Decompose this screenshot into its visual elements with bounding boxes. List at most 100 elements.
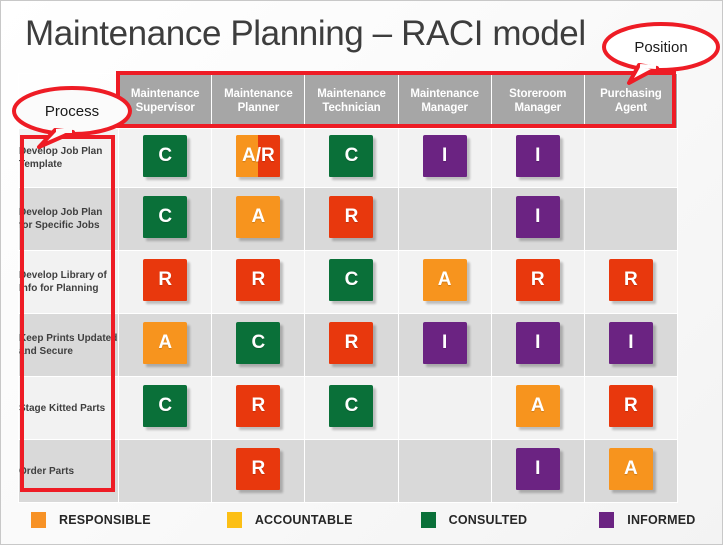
cell-keep-prints-updated-and-secure-maintenance-planner[interactable]: C: [211, 313, 306, 377]
cell-keep-prints-updated-and-secure-storeroom-manager[interactable]: I: [490, 313, 585, 377]
legend-swatch-informed: [599, 512, 615, 528]
cell-develop-job-plan-template-maintenance-planner[interactable]: A/R: [211, 128, 306, 188]
raci-tile-r[interactable]: R: [608, 258, 653, 301]
cell-develop-job-plan-template-maintenance-supervisor[interactable]: C: [118, 128, 213, 188]
cell-stage-kitted-parts-maintenance-supervisor[interactable]: C: [118, 376, 213, 440]
legend-swatch-accountable: [226, 512, 242, 528]
cell-order-parts-maintenance-technician[interactable]: [304, 439, 399, 503]
raci-tile-a[interactable]: A: [236, 195, 281, 238]
column-header-maintenance-technician: Maintenance Technician: [304, 73, 399, 129]
raci-tile-i[interactable]: I: [515, 195, 560, 238]
table-row: Order Parts R I A: [17, 439, 679, 503]
cell-keep-prints-updated-and-secure-maintenance-manager[interactable]: I: [397, 313, 492, 377]
raci-tile-r[interactable]: R: [236, 258, 281, 301]
cell-develop-library-of-info-for-planning-maintenance-manager[interactable]: A: [397, 250, 492, 314]
raci-tile-label: C: [344, 144, 359, 166]
raci-tile-i[interactable]: I: [422, 134, 467, 177]
raci-tile-label: I: [535, 205, 541, 227]
raci-tile-label: I: [535, 144, 541, 166]
raci-tile-a-r[interactable]: A/R: [236, 134, 281, 177]
cell-stage-kitted-parts-purchasing-agent[interactable]: R: [583, 376, 679, 440]
cell-develop-job-plan-for-specific-jobs-maintenance-technician[interactable]: R: [304, 187, 399, 251]
cell-develop-job-plan-for-specific-jobs-maintenance-manager[interactable]: [397, 187, 492, 251]
cell-develop-library-of-info-for-planning-maintenance-planner[interactable]: R: [211, 250, 306, 314]
column-header-line1: Maintenance: [130, 88, 200, 100]
cell-develop-job-plan-for-specific-jobs-purchasing-agent[interactable]: [583, 187, 679, 251]
column-header-maintenance-planner: Maintenance Planner: [211, 73, 306, 129]
cell-develop-job-plan-template-storeroom-manager[interactable]: I: [490, 128, 585, 188]
raci-tile-c[interactable]: C: [143, 134, 188, 177]
matrix-body: Develop Job Plan Template C A/R C I I Develop …: [17, 128, 679, 503]
column-header-purchasing-agent: Purchasing Agent: [583, 73, 679, 129]
raci-tile-label: A: [437, 268, 452, 290]
matrix-corner: [17, 73, 120, 129]
raci-tile-i[interactable]: I: [422, 321, 467, 364]
raci-tile-i[interactable]: I: [515, 447, 560, 490]
raci-tile-r[interactable]: R: [329, 195, 374, 238]
raci-tile-c[interactable]: C: [329, 384, 374, 427]
column-header-line1: Storeroom: [509, 88, 567, 100]
cell-stage-kitted-parts-maintenance-planner[interactable]: R: [211, 376, 306, 440]
cell-order-parts-maintenance-manager[interactable]: [397, 439, 492, 503]
cell-develop-job-plan-for-specific-jobs-maintenance-supervisor[interactable]: C: [118, 187, 213, 251]
cell-stage-kitted-parts-storeroom-manager[interactable]: A: [490, 376, 585, 440]
page-title: Maintenance Planning – RACI model: [25, 14, 586, 53]
raci-slide: Maintenance Planning – RACI model Mainte…: [0, 0, 723, 545]
raci-tile-r[interactable]: R: [608, 384, 653, 427]
cell-keep-prints-updated-and-secure-maintenance-technician[interactable]: R: [304, 313, 399, 377]
cell-develop-job-plan-template-maintenance-manager[interactable]: I: [397, 128, 492, 188]
raci-tile-r[interactable]: R: [236, 384, 281, 427]
raci-tile-label: R: [158, 268, 173, 290]
raci-tile-label: C: [251, 331, 266, 353]
cell-order-parts-maintenance-supervisor[interactable]: [118, 439, 213, 503]
raci-tile-r[interactable]: R: [143, 258, 188, 301]
raci-tile-label: C: [344, 394, 359, 416]
raci-tile-label: R: [251, 268, 266, 290]
raci-tile-a[interactable]: A: [422, 258, 467, 301]
cell-develop-library-of-info-for-planning-storeroom-manager[interactable]: R: [490, 250, 585, 314]
raci-tile-label: C: [158, 144, 173, 166]
raci-tile-label: R: [344, 205, 359, 227]
cell-develop-library-of-info-for-planning-maintenance-technician[interactable]: C: [304, 250, 399, 314]
raci-tile-i[interactable]: I: [515, 134, 560, 177]
cell-stage-kitted-parts-maintenance-technician[interactable]: C: [304, 376, 399, 440]
table-row: Keep Prints Updated and Secure A C R I I I: [17, 313, 679, 377]
raci-tile-a[interactable]: A: [608, 447, 653, 490]
raci-tile-c[interactable]: C: [329, 258, 374, 301]
header-row: Maintenance Supervisor Maintenance Plann…: [17, 73, 679, 129]
cell-develop-library-of-info-for-planning-purchasing-agent[interactable]: R: [583, 250, 679, 314]
cell-order-parts-storeroom-manager[interactable]: I: [490, 439, 585, 503]
column-header-line2: Manager: [514, 102, 562, 114]
legend-swatch-responsible: [31, 512, 46, 528]
cell-order-parts-maintenance-planner[interactable]: R: [211, 439, 306, 503]
raci-tile-label: I: [535, 457, 541, 479]
raci-tile-label: R: [344, 331, 359, 353]
raci-tile-label: R: [624, 268, 638, 290]
raci-tile-a[interactable]: A: [143, 321, 188, 364]
cell-develop-library-of-info-for-planning-maintenance-supervisor[interactable]: R: [118, 250, 213, 314]
cell-develop-job-plan-for-specific-jobs-maintenance-planner[interactable]: A: [211, 187, 306, 251]
raci-tile-c[interactable]: C: [236, 321, 281, 364]
cell-order-parts-purchasing-agent[interactable]: A: [583, 439, 679, 503]
raci-tile-c[interactable]: C: [143, 384, 188, 427]
cell-develop-job-plan-template-maintenance-technician[interactable]: C: [304, 128, 399, 188]
legend-label-informed: INFORMED: [627, 513, 696, 527]
cell-develop-job-plan-template-purchasing-agent[interactable]: [583, 128, 679, 188]
raci-tile-c[interactable]: C: [329, 134, 374, 177]
cell-develop-job-plan-for-specific-jobs-storeroom-manager[interactable]: I: [490, 187, 585, 251]
legend-swatch-consulted: [420, 512, 436, 528]
cell-keep-prints-updated-and-secure-maintenance-supervisor[interactable]: A: [118, 313, 213, 377]
raci-tile-r[interactable]: R: [329, 321, 374, 364]
table-row: Develop Library of Info for Planning R R C A…: [17, 250, 679, 314]
raci-tile-r[interactable]: R: [515, 258, 560, 301]
raci-tile-r[interactable]: R: [236, 447, 281, 490]
raci-tile-a[interactable]: A: [515, 384, 560, 427]
table-row: Develop Job Plan Template C A/R C I I: [17, 128, 679, 188]
cell-keep-prints-updated-and-secure-purchasing-agent[interactable]: I: [583, 313, 679, 377]
raci-matrix: Maintenance Supervisor Maintenance Plann…: [17, 73, 679, 503]
cell-stage-kitted-parts-maintenance-manager[interactable]: [397, 376, 492, 440]
raci-tile-i[interactable]: I: [608, 321, 653, 364]
raci-tile-c[interactable]: C: [143, 195, 188, 238]
raci-tile-i[interactable]: I: [515, 321, 560, 364]
raci-tile-label: C: [158, 394, 173, 416]
